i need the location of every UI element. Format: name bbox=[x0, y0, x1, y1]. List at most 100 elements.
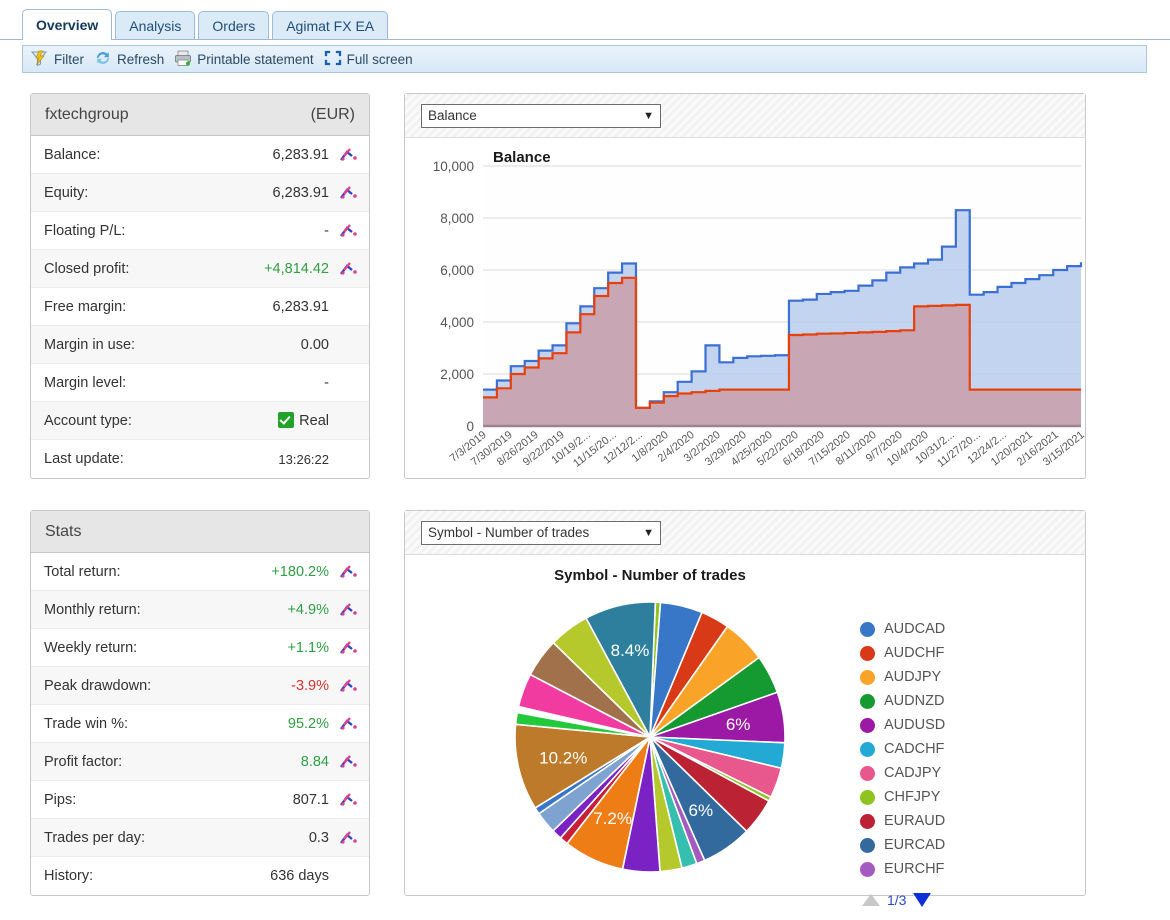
balance-chart-area: 0 2,000 4,000 6,000 8,000 10,000 7/3/2019 7/30/… bbox=[405, 138, 1085, 478]
legend-item[interactable]: AUDCAD bbox=[860, 617, 945, 641]
legend-item-label: AUDCHF bbox=[884, 645, 945, 661]
stats-row-value: 95.2% bbox=[287, 715, 329, 732]
sparkline-chart-icon[interactable] bbox=[337, 602, 361, 618]
legend-item[interactable]: EURCAD bbox=[860, 833, 945, 857]
svg-text:8,000: 8,000 bbox=[440, 211, 474, 226]
legend-item-label: AUDNZD bbox=[884, 693, 945, 709]
svg-text:6,000: 6,000 bbox=[440, 263, 474, 278]
chevron-down-icon: ▼ bbox=[643, 526, 654, 539]
stats-row-value: 636 days bbox=[270, 868, 329, 884]
svg-text:10.2%: 10.2% bbox=[539, 748, 587, 767]
sparkline-chart-icon[interactable] bbox=[337, 261, 361, 277]
account-row-value: Real bbox=[278, 412, 329, 429]
filter-button[interactable]: Filter bbox=[28, 47, 91, 71]
tab-agimat-fx-ea[interactable]: Agimat FX EA bbox=[272, 11, 389, 39]
svg-text:10,000: 10,000 bbox=[433, 159, 474, 174]
legend-color-dot bbox=[860, 861, 875, 877]
stats-row-label: Pips: bbox=[44, 791, 77, 808]
legend-item[interactable]: AUDNZD bbox=[860, 689, 945, 713]
fullscreen-icon bbox=[323, 49, 347, 70]
sparkline-chart-icon[interactable] bbox=[337, 754, 361, 770]
sparkline-chart-icon[interactable] bbox=[337, 185, 361, 201]
account-row-value: 6,283.91 bbox=[272, 184, 329, 201]
account-row-label: Balance: bbox=[44, 146, 101, 163]
stats-rows: Total return: +180.2% Monthly return: +4.9%… bbox=[31, 553, 369, 895]
legend-color-dot bbox=[860, 837, 875, 853]
legend-item[interactable]: EURAUD bbox=[860, 809, 945, 833]
stats-row-value: -3.9% bbox=[291, 677, 329, 694]
full-screen-button[interactable]: Full screen bbox=[321, 47, 420, 71]
legend-item[interactable]: CADJPY bbox=[860, 761, 945, 785]
stats-row: Profit factor: 8.84 bbox=[31, 743, 369, 781]
account-row: Free margin: 6,283.91 bbox=[31, 288, 369, 326]
stats-row-label: History: bbox=[44, 868, 94, 884]
account-row-value: 6,283.91 bbox=[272, 146, 329, 163]
svg-text:6%: 6% bbox=[689, 801, 714, 820]
tab-orders[interactable]: Orders bbox=[198, 11, 270, 39]
sparkline-chart-icon[interactable] bbox=[337, 678, 361, 694]
sparkline-chart-icon[interactable] bbox=[337, 640, 361, 656]
account-row-label: Margin level: bbox=[44, 374, 127, 391]
stats-row-label: Monthly return: bbox=[44, 601, 141, 618]
stats-row: Monthly return: +4.9% bbox=[31, 591, 369, 629]
stats-row-label: Trades per day: bbox=[44, 829, 146, 846]
pager-next-arrow-icon[interactable] bbox=[913, 893, 932, 907]
svg-text:2,000: 2,000 bbox=[440, 367, 474, 382]
legend-item-label: AUDUSD bbox=[884, 717, 946, 733]
account-row: Margin level: - bbox=[31, 364, 369, 402]
legend-color-dot bbox=[860, 741, 875, 757]
pie-chart-area: Symbol - Number of trades 6% 6% 7.2% 10.2% 8… bbox=[405, 555, 1085, 908]
legend-color-dot bbox=[860, 813, 875, 829]
legend-item[interactable]: AUDCHF bbox=[860, 641, 945, 665]
svg-text:6%: 6% bbox=[726, 715, 751, 734]
account-row: Floating P/L: - bbox=[31, 212, 369, 250]
account-row: Closed profit: +4,814.42 bbox=[31, 250, 369, 288]
tab-overview[interactable]: Overview bbox=[22, 9, 113, 40]
account-currency: (EUR) bbox=[310, 105, 355, 123]
pie-chart-select[interactable]: Symbol - Number of trades ▼ bbox=[421, 520, 661, 545]
stats-row-value: +4.9% bbox=[287, 601, 329, 618]
sparkline-chart-icon[interactable] bbox=[337, 792, 361, 808]
balance-plot: 02,0004,0006,0008,00010,0007/3/20197/30/… bbox=[433, 159, 1085, 470]
stats-row: Trades per day: 0.3 bbox=[31, 819, 369, 857]
account-row-label: Free margin: bbox=[44, 298, 127, 315]
legend-item-label: EURAUD bbox=[884, 813, 946, 829]
pie-chart-toolbar: Symbol - Number of trades ▼ bbox=[405, 511, 1085, 555]
sparkline-chart-icon[interactable] bbox=[337, 147, 361, 163]
legend-item[interactable]: AUDJPY bbox=[860, 665, 945, 689]
account-row: Account type: Real bbox=[31, 402, 369, 440]
sparkline-chart-icon[interactable] bbox=[337, 223, 361, 239]
legend-item[interactable]: EURCHF bbox=[860, 857, 945, 881]
sparkline-chart-icon[interactable] bbox=[337, 564, 361, 580]
account-row-label: Floating P/L: bbox=[44, 222, 126, 239]
legend-color-dot bbox=[860, 669, 875, 685]
balance-chart-select[interactable]: Balance ▼ bbox=[421, 103, 661, 128]
legend-color-dot bbox=[860, 789, 875, 805]
tab-analysis[interactable]: Analysis bbox=[115, 11, 196, 39]
account-row-value: 0.00 bbox=[300, 336, 329, 353]
sparkline-chart-icon[interactable] bbox=[337, 716, 361, 732]
legend-color-dot bbox=[860, 645, 875, 661]
pager-label: 1/3 bbox=[887, 892, 907, 908]
account-name: fxtechgroup bbox=[45, 105, 129, 123]
refresh-icon bbox=[93, 49, 117, 70]
tab-agimat-fx-ea-label: Agimat FX EA bbox=[286, 17, 375, 34]
chevron-down-icon: ▼ bbox=[643, 109, 654, 122]
sparkline-chart-icon[interactable] bbox=[337, 830, 361, 846]
legend-item[interactable]: CADCHF bbox=[860, 737, 945, 761]
account-rows: Balance: 6,283.91 Equity: 6,283.91 Floating … bbox=[31, 136, 369, 478]
legend-item[interactable]: AUDUSD bbox=[860, 713, 945, 737]
printer-icon bbox=[173, 49, 197, 70]
account-row-label: Account type: bbox=[44, 412, 132, 429]
pie-chart-card: Symbol - Number of trades ▼ Symbol - Num… bbox=[404, 510, 1086, 908]
printable-statement-button[interactable]: Printable statement bbox=[171, 47, 320, 71]
legend-item[interactable]: CHFJPY bbox=[860, 785, 945, 809]
pager-prev-arrow-icon[interactable] bbox=[862, 894, 880, 906]
stats-row-value: 8.84 bbox=[300, 753, 329, 770]
legend-item-label: AUDCAD bbox=[884, 621, 946, 637]
account-summary-card: fxtechgroup (EUR) Balance: 6,283.91 Equity… bbox=[30, 93, 370, 479]
svg-text:0: 0 bbox=[466, 419, 474, 434]
tab-overview-label: Overview bbox=[36, 17, 99, 33]
pie-chart-select-value: Symbol - Number of trades bbox=[428, 525, 590, 540]
refresh-button[interactable]: Refresh bbox=[91, 47, 171, 71]
